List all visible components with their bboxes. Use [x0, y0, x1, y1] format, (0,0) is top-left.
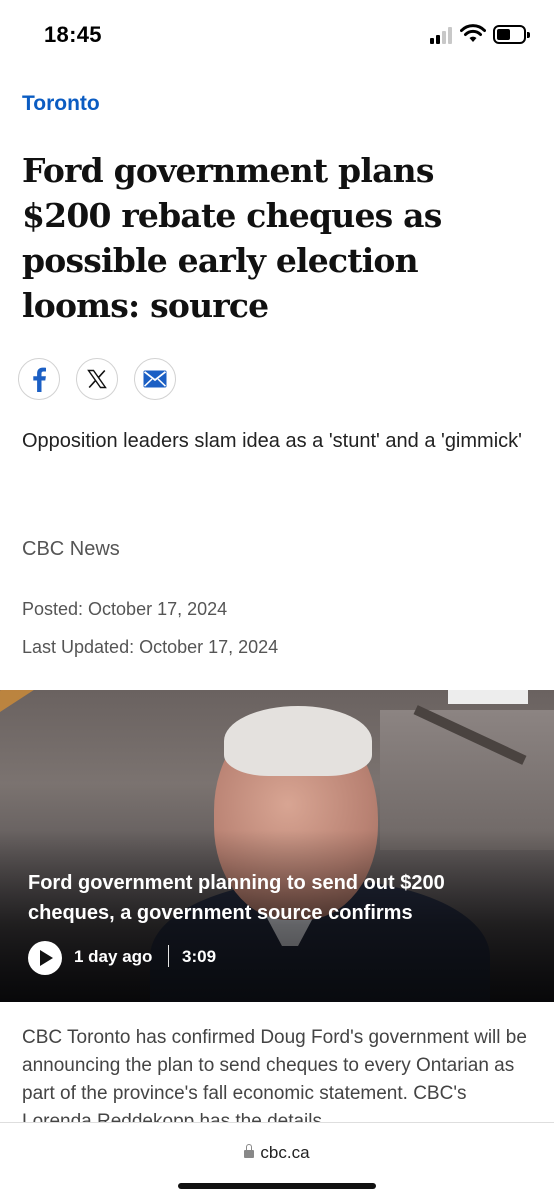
- status-time: 18:45: [44, 22, 102, 47]
- divider: [168, 945, 169, 967]
- section-link-toronto[interactable]: Toronto: [22, 92, 100, 116]
- status-bar: 18:45: [0, 0, 554, 70]
- video-title: Ford government planning to send out $20…: [28, 872, 445, 924]
- video-summary: CBC Toronto has confirmed Doug Ford's go…: [22, 1027, 527, 1124]
- share-facebook-button[interactable]: [18, 358, 60, 400]
- browser-url-bar[interactable]: cbc.ca: [0, 1122, 554, 1200]
- play-button[interactable]: [28, 941, 62, 975]
- share-x-button[interactable]: [76, 358, 118, 400]
- facebook-icon: [33, 367, 46, 392]
- video-duration: 3:09: [182, 947, 217, 966]
- posted-date: Posted: October 17, 2024: [22, 599, 228, 619]
- byline: CBC News: [22, 538, 120, 560]
- lock-icon: [244, 1144, 255, 1159]
- headline: Ford government plans $200 rebate cheque…: [22, 151, 442, 325]
- video-age: 1 day ago: [74, 947, 153, 966]
- battery-icon: [493, 25, 530, 44]
- x-icon: [87, 369, 107, 389]
- wifi-icon: [460, 24, 486, 42]
- article-deck: Opposition leaders slam idea as a 'stunt…: [22, 430, 522, 452]
- share-email-button[interactable]: [134, 358, 176, 400]
- video-player[interactable]: Ford government planning to send out $20…: [0, 690, 554, 1002]
- url-text: cbc.ca: [260, 1143, 310, 1162]
- updated-date: Last Updated: October 17, 2024: [22, 637, 279, 657]
- video-thumbnail-beam: [0, 690, 232, 726]
- url-display[interactable]: cbc.ca: [0, 1143, 554, 1163]
- mail-icon: [143, 370, 167, 388]
- video-thumbnail-person-hair: [224, 706, 372, 776]
- video-thumbnail-light: [448, 690, 528, 704]
- cellular-signal-icon: [430, 26, 456, 44]
- home-indicator[interactable]: [178, 1183, 376, 1189]
